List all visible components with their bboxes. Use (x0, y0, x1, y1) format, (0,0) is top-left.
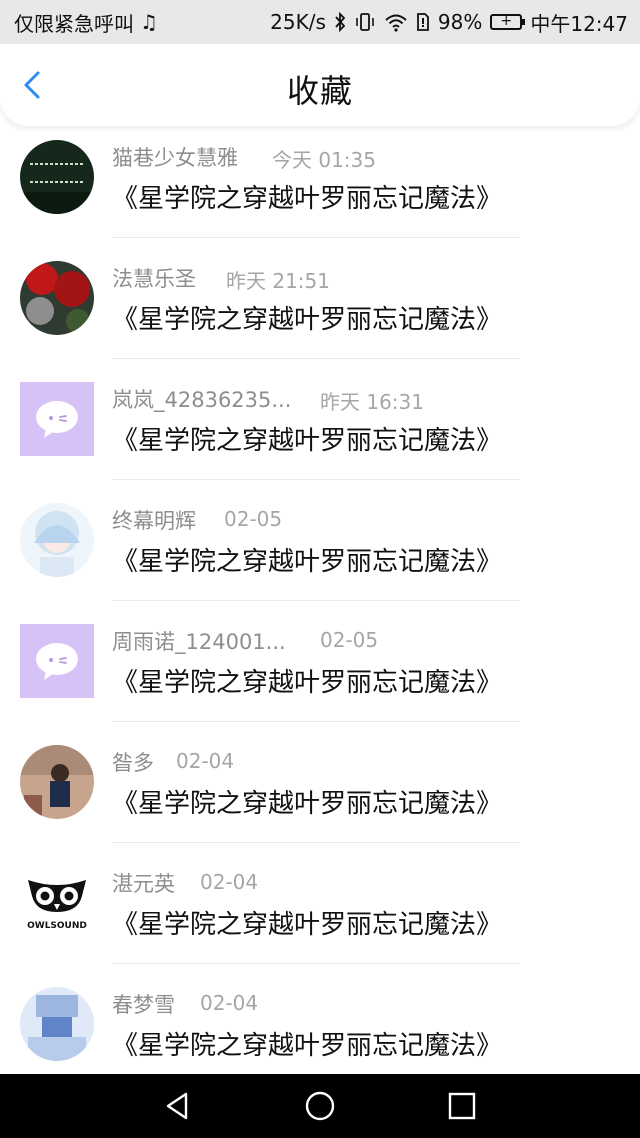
divider (112, 358, 520, 359)
divider (112, 237, 520, 238)
story-title[interactable]: 《星学院之穿越叶罗丽忘记魔法》 (112, 783, 502, 820)
timestamp: 今天 01:35 (272, 148, 376, 172)
owlsound-logo-text: OWLSOUND (27, 921, 87, 931)
status-bar: 仅限紧急呼叫 ♫ 25K/s 98% + 中午12:47 (0, 0, 640, 44)
username: 湛元英 (112, 872, 175, 896)
clock: 中午12:47 (530, 11, 628, 36)
timestamp: 02-05 (224, 507, 283, 531)
battery-percent: 98% (437, 10, 483, 34)
divider (112, 721, 520, 722)
timestamp: 昨天 21:51 (226, 269, 330, 293)
list-item[interactable]: 终幕明辉 02-05 《星学院之穿越叶罗丽忘记魔法》 (0, 489, 640, 610)
timestamp: 02-04 (200, 870, 259, 894)
username: 法慧乐圣 (112, 267, 196, 291)
battery-icon: + (490, 13, 526, 30)
story-title[interactable]: 《星学院之穿越叶罗丽忘记魔法》 (112, 541, 502, 578)
story-title[interactable]: 《星学院之穿越叶罗丽忘记魔法》 (112, 420, 502, 457)
default-avatar-icon (20, 624, 94, 698)
wifi-icon (385, 14, 407, 32)
username: 岚岚_42836235... (112, 388, 292, 412)
list-item[interactable]: OWLSOUND 湛元英 02-04 《星学院之穿越叶罗丽忘记魔法》 (0, 852, 640, 973)
avatar[interactable]: OWLSOUND (20, 866, 94, 940)
timestamp: 02-04 (176, 749, 235, 773)
story-title[interactable]: 《星学院之穿越叶罗丽忘记魔法》 (112, 178, 502, 215)
divider (112, 479, 520, 480)
app-header: 收藏 (0, 44, 640, 126)
back-icon[interactable] (162, 1090, 194, 1122)
avatar[interactable] (20, 261, 94, 335)
status-left-text: 仅限紧急呼叫 (14, 11, 134, 36)
story-title[interactable]: 《星学院之穿越叶罗丽忘记魔法》 (112, 1025, 502, 1062)
recents-icon[interactable] (446, 1090, 478, 1122)
photo-person-avatar-image (20, 745, 94, 819)
avatar[interactable] (20, 745, 94, 819)
timestamp: 昨天 16:31 (320, 390, 424, 414)
list-item[interactable]: 岚岚_42836235... 昨天 16:31 《星学院之穿越叶罗丽忘记魔法》 (0, 368, 640, 489)
bluetooth-icon (335, 12, 346, 32)
username: 春梦雪 (112, 993, 175, 1017)
avatar[interactable] (20, 987, 94, 1061)
blue-anime-avatar-image (20, 987, 94, 1061)
list-item[interactable]: 猫巷少女慧雅 今天 01:35 《星学院之穿越叶罗丽忘记魔法》 (0, 126, 640, 247)
home-icon[interactable] (304, 1090, 336, 1122)
red-flower-avatar-image (20, 261, 94, 335)
divider (112, 600, 520, 601)
avatar[interactable] (20, 624, 94, 698)
divider (112, 963, 520, 964)
story-title[interactable]: 《星学院之穿越叶罗丽忘记魔法》 (112, 299, 502, 336)
dark-text-avatar-image (20, 140, 94, 214)
avatar[interactable] (20, 382, 94, 456)
page-title: 收藏 (286, 72, 353, 110)
username: 昝多 (112, 751, 154, 775)
owlsound-logo-icon: OWLSOUND (20, 866, 94, 940)
list-item[interactable]: 昝多 02-04 《星学院之穿越叶罗丽忘记魔法》 (0, 731, 640, 852)
avatar[interactable] (20, 503, 94, 577)
username: 周雨诺_124001... (112, 630, 286, 654)
anime-girl-avatar-image (20, 503, 94, 577)
list-item[interactable]: 法慧乐圣 昨天 21:51 《星学院之穿越叶罗丽忘记魔法》 (0, 247, 640, 368)
timestamp: 02-04 (200, 991, 259, 1015)
music-note-icon: ♫ (140, 10, 158, 34)
story-title[interactable]: 《星学院之穿越叶罗丽忘记魔法》 (112, 662, 502, 699)
username: 猫巷少女慧雅 (112, 146, 238, 170)
timestamp: 02-05 (320, 628, 379, 652)
vibrate-icon (356, 13, 374, 31)
favorites-list: 猫巷少女慧雅 今天 01:35 《星学院之穿越叶罗丽忘记魔法》 法慧乐圣 昨天 … (0, 126, 640, 1094)
story-title[interactable]: 《星学院之穿越叶罗丽忘记魔法》 (112, 904, 502, 941)
list-item[interactable]: 周雨诺_124001... 02-05 《星学院之穿越叶罗丽忘记魔法》 (0, 610, 640, 731)
default-avatar-icon (20, 382, 94, 456)
sim-icon (417, 13, 429, 31)
divider (112, 842, 520, 843)
username: 终幕明辉 (112, 509, 196, 533)
avatar[interactable] (20, 140, 94, 214)
system-nav-bar (0, 1074, 640, 1138)
network-speed: 25K/s (270, 10, 326, 34)
